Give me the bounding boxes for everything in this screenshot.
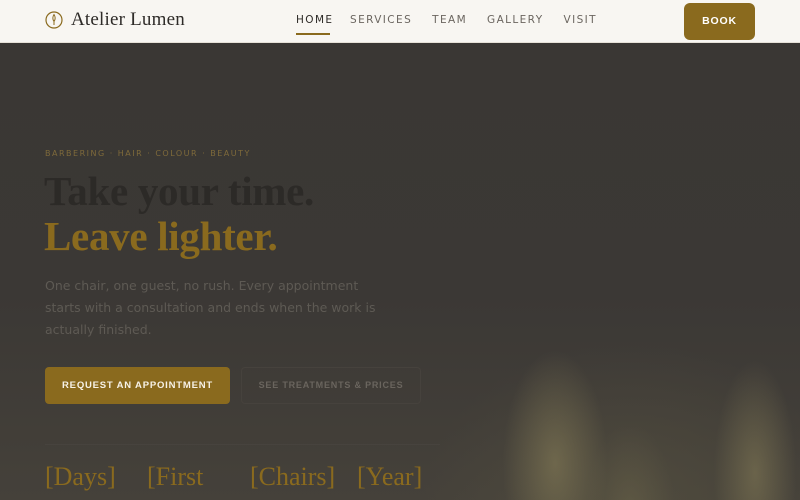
brand[interactable]: Atelier Lumen xyxy=(45,9,185,31)
see-treatments-button[interactable]: SEE TREATMENTS & PRICES xyxy=(241,367,421,404)
nav-gallery[interactable]: GALLERY xyxy=(487,0,544,43)
stat-days: [Days] xyxy=(45,462,116,491)
request-appointment-button[interactable]: REQUEST AN APPOINTMENT xyxy=(45,367,230,404)
headline-line-1: Take your time. xyxy=(44,168,314,214)
site-header: Atelier Lumen HOME SERVICES TEAM GALLERY… xyxy=(0,0,800,43)
stats-divider xyxy=(45,444,440,445)
brand-name: Atelier Lumen xyxy=(71,9,185,30)
stat-year: [Year] xyxy=(357,462,423,491)
nav-team[interactable]: TEAM xyxy=(432,0,467,43)
nav-services[interactable]: SERVICES xyxy=(350,0,412,43)
hero-eyebrow: BARBERING · HAIR · COLOUR · BEAUTY xyxy=(45,149,251,158)
hero-headline: Take your time. Leave lighter. xyxy=(44,169,314,259)
stat-chairs: [Chairs] xyxy=(250,462,336,491)
main-nav: HOME SERVICES TEAM GALLERY VISIT xyxy=(296,0,597,43)
book-button[interactable]: BOOK xyxy=(684,3,755,40)
stat-first: [First xyxy=(147,462,204,491)
headline-line-2: Leave lighter. xyxy=(44,213,278,259)
hero-section: BARBERING · HAIR · COLOUR · BEAUTY Take … xyxy=(0,43,800,500)
candle-flame-icon xyxy=(45,11,63,29)
hero-lede: One chair, one guest, no rush. Every app… xyxy=(45,278,376,337)
nav-home[interactable]: HOME xyxy=(296,0,332,35)
nav-visit[interactable]: VISIT xyxy=(564,0,597,43)
stats-row: [Days] [First [Chairs] [Year] xyxy=(45,462,465,500)
